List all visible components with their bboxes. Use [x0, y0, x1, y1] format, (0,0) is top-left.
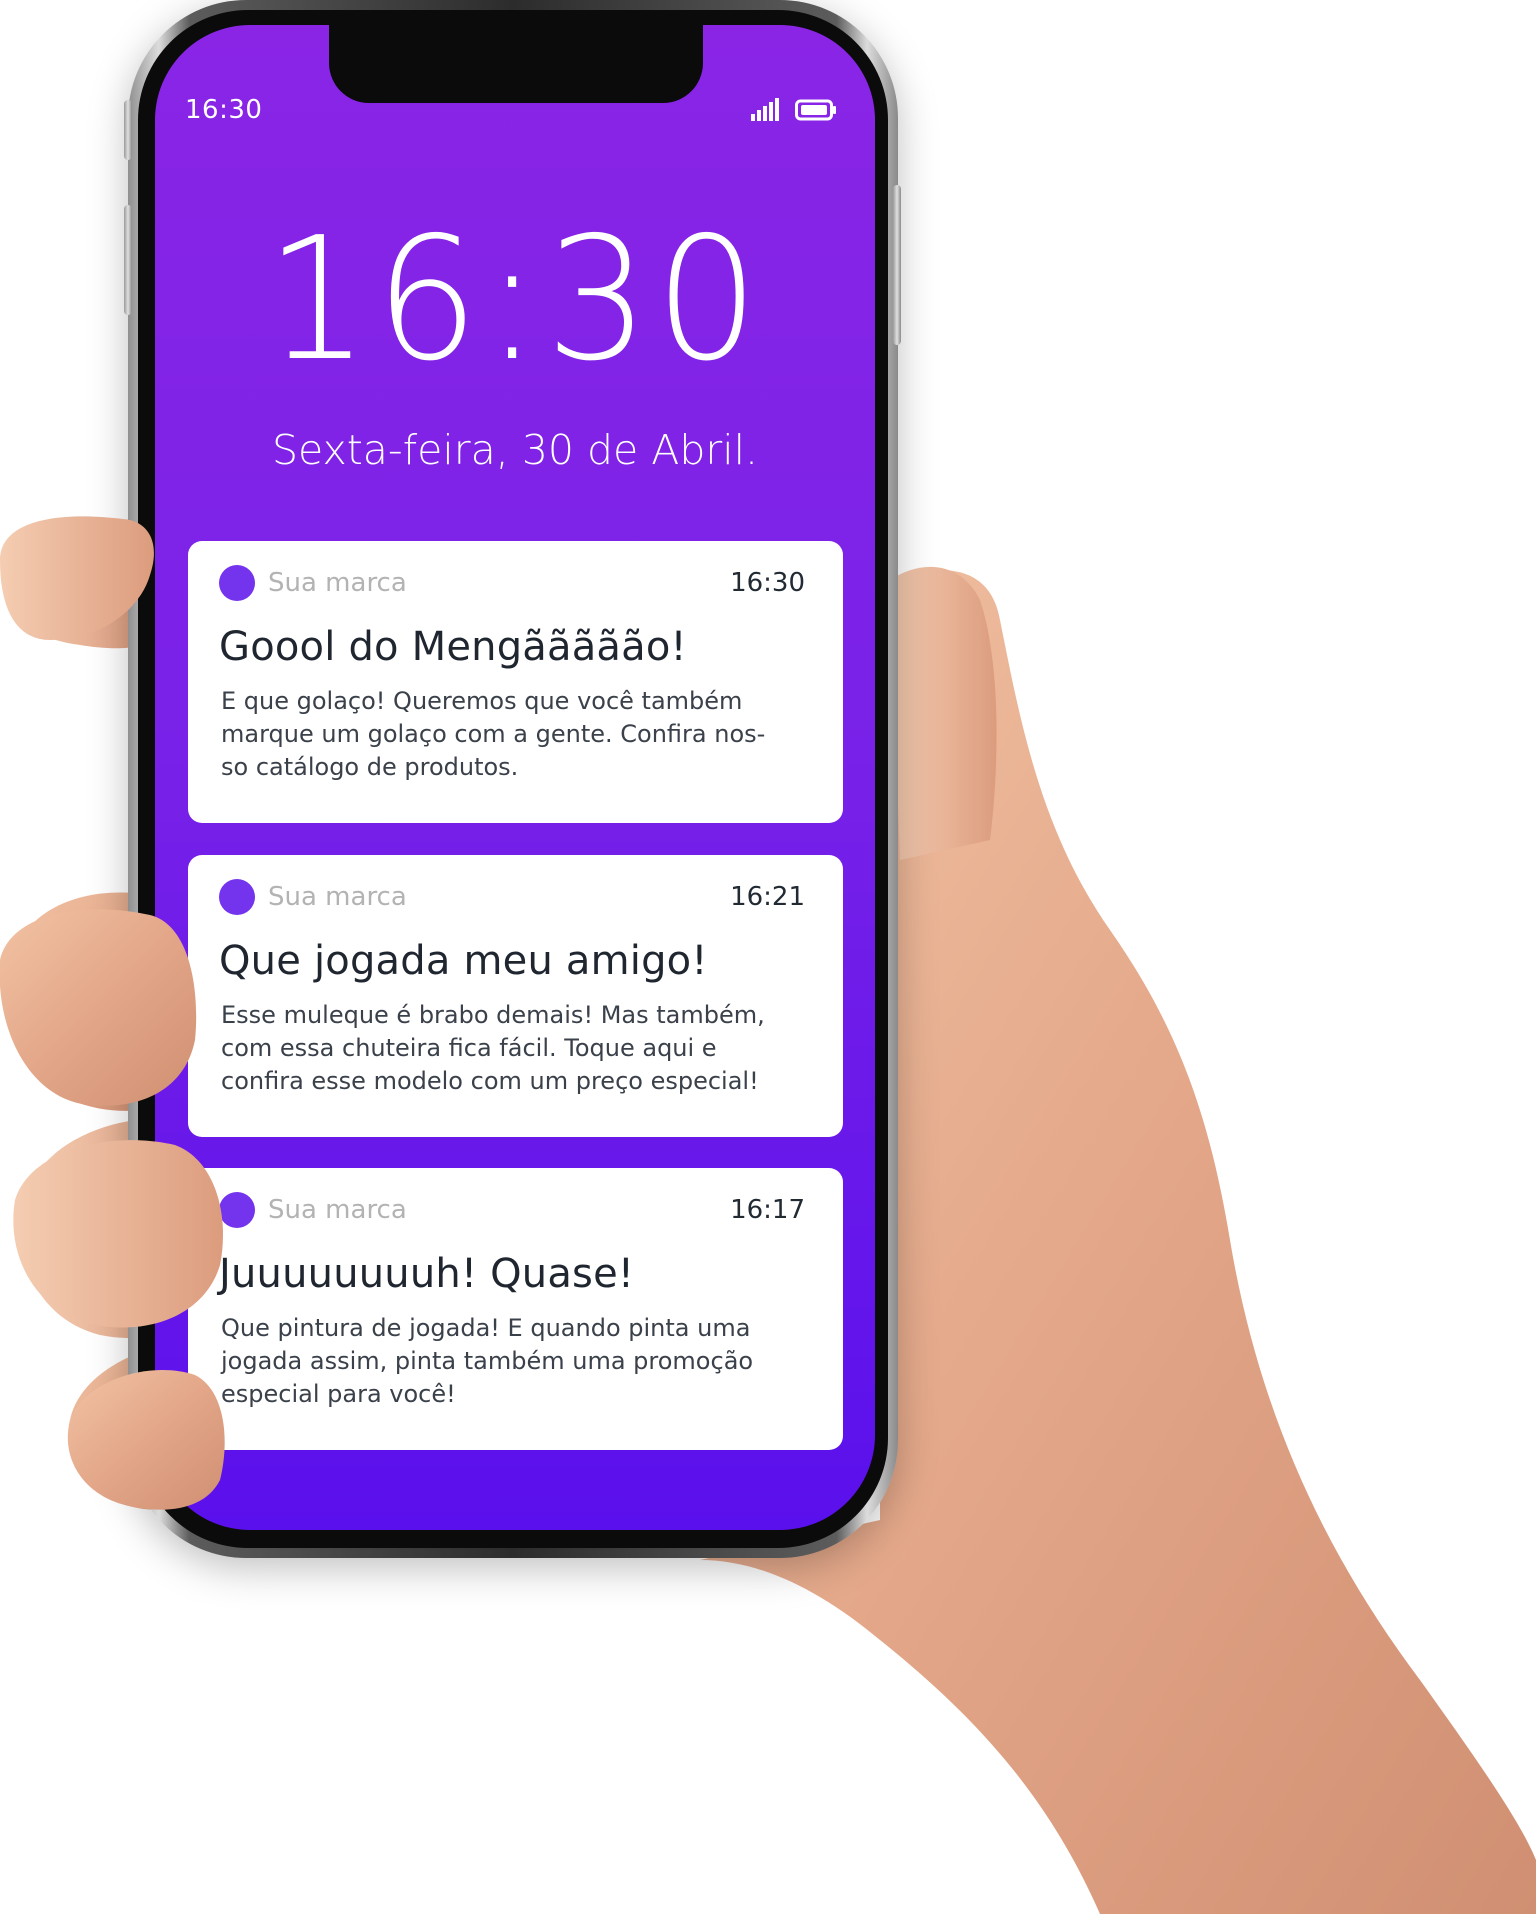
- power-button: [893, 185, 901, 345]
- notification-card[interactable]: Sua marca 16:17 Juuuuuuuuh! Quase! Que p…: [188, 1168, 843, 1450]
- notification-time: 16:30: [730, 568, 805, 598]
- cellular-signal-icon: [751, 98, 779, 121]
- battery-icon: [795, 99, 836, 121]
- notification-body: Esse muleque é brabo demais! Mas também,…: [221, 1001, 765, 1095]
- notification-time: 16:17: [730, 1195, 805, 1225]
- notification-app-name: Sua marca: [268, 882, 407, 912]
- app-icon: [219, 1192, 255, 1228]
- notification-card[interactable]: Sua marca 16:30 Goool do Mengããããão! E q…: [188, 541, 843, 823]
- notification-title: Goool do Mengããããão!: [219, 624, 687, 670]
- lock-screen-clock: 16:30: [265, 201, 765, 399]
- status-bar-time: 16:30: [185, 95, 263, 125]
- app-icon: [219, 879, 255, 915]
- camera-notch: [329, 25, 703, 103]
- notification-card[interactable]: Sua marca 16:21 Que jogada meu amigo! Es…: [188, 855, 843, 1137]
- thumb-shape: [890, 566, 997, 860]
- lock-screen: 16:30 16:30 Sexta-feira, 30 de Abril. Su…: [155, 25, 875, 1530]
- mockup-stage: 16:30 16:30 Sexta-feira, 30 de Abril. Su…: [0, 0, 1536, 1914]
- volume-down-button: [124, 205, 132, 315]
- notification-body: Que pintura de jogada! E quando pinta um…: [221, 1314, 754, 1408]
- notification-title: Juuuuuuuuh! Quase!: [219, 1251, 635, 1297]
- lock-screen-date: Sexta-feira, 30 de Abril.: [271, 426, 759, 474]
- notification-time: 16:21: [730, 882, 805, 912]
- notification-title: Que jogada meu amigo!: [219, 938, 708, 984]
- notification-app-name: Sua marca: [268, 568, 407, 598]
- notification-app-name: Sua marca: [268, 1195, 407, 1225]
- notification-body: E que golaço! Queremos que você também m…: [221, 687, 766, 781]
- app-icon: [219, 565, 255, 601]
- volume-up-button: [124, 100, 132, 160]
